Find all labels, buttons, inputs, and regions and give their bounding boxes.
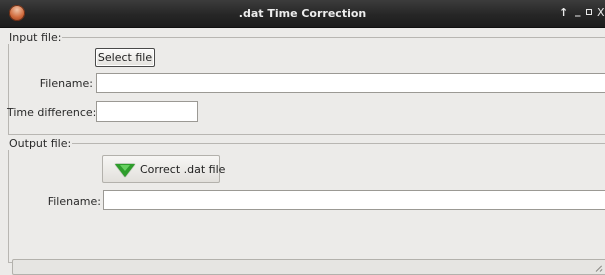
correct-dat-file-label: Correct .dat file [140,163,226,176]
input-filename-field[interactable] [96,73,605,93]
keep-above-button[interactable]: ↑ [559,6,568,20]
output-filename-label: Filename: [47,195,101,208]
input-file-group-title: Input file: [8,31,63,44]
time-difference-label: Time difference: [7,106,97,119]
output-filename-field[interactable] [103,190,605,210]
minimize-button[interactable]: _ [575,4,581,18]
correct-dat-file-button[interactable]: Correct .dat file [102,155,225,183]
maximize-button[interactable] [586,6,592,15]
title-bar[interactable]: .dat Time Correction ↑ _ X [0,0,605,28]
select-file-button[interactable]: Select file [95,48,155,67]
output-file-group-title: Output file: [8,137,73,150]
maximize-icon [586,9,592,15]
triangle-highlight [120,165,130,171]
input-filename-label: Filename: [39,77,93,90]
resize-grip-icon[interactable] [592,261,603,272]
status-bar [12,259,605,275]
window-title: .dat Time Correction [238,7,367,20]
time-difference-field[interactable] [96,101,198,122]
close-button[interactable]: X [597,6,605,20]
